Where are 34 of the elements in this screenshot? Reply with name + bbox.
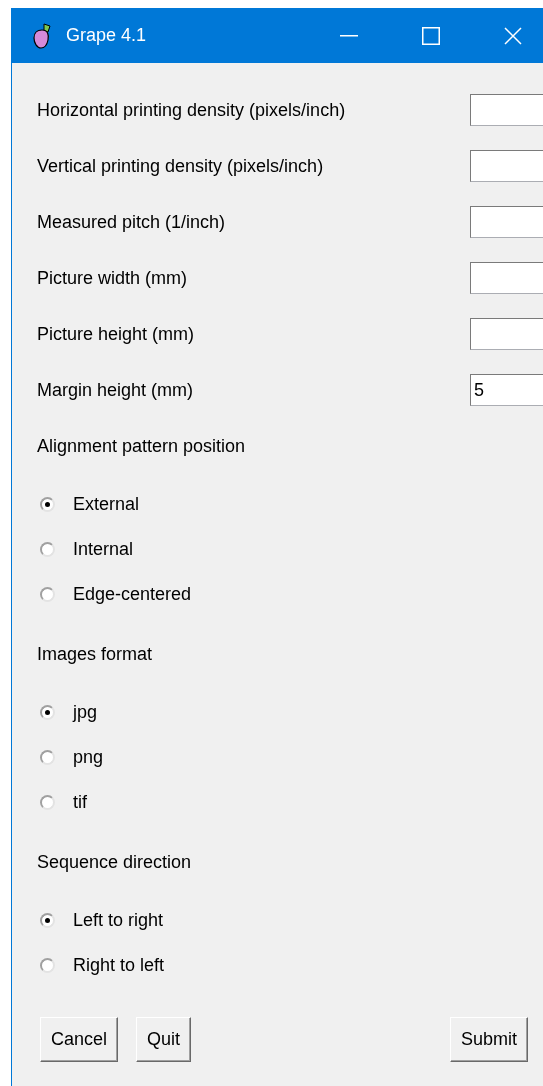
radio-button[interactable] xyxy=(40,913,55,928)
grape-icon xyxy=(33,22,51,49)
field-label: Picture height (mm) xyxy=(37,323,195,345)
maximize-icon xyxy=(422,26,440,45)
radio-label[interactable]: Left to right xyxy=(73,910,164,931)
field-label: Measured pitch (1/inch) xyxy=(37,211,226,233)
close-icon xyxy=(504,26,522,45)
input-field[interactable]: 5 xyxy=(470,374,543,406)
window-title: Grape 4.1 xyxy=(66,25,147,46)
dialog-button[interactable]: Cancel xyxy=(40,1017,119,1062)
field-label: Vertical printing density (pixels/inch) xyxy=(37,155,324,177)
group-title: Sequence direction xyxy=(37,851,192,873)
group-title: Images format xyxy=(37,643,153,665)
radio-label[interactable]: External xyxy=(73,494,140,515)
radio-button[interactable] xyxy=(40,958,55,973)
field-label: Horizontal printing density (pixels/inch) xyxy=(37,99,346,121)
radio-button[interactable] xyxy=(40,587,55,602)
radio-button[interactable] xyxy=(40,497,55,512)
radio-button[interactable] xyxy=(40,705,55,720)
radio-button[interactable] xyxy=(40,795,55,810)
radio-label[interactable]: Internal xyxy=(73,539,134,560)
submit-button[interactable]: Submit xyxy=(449,1017,528,1062)
radio-label[interactable]: jpg xyxy=(73,702,98,723)
radio-label[interactable]: png xyxy=(73,747,104,768)
radio-button[interactable] xyxy=(40,542,55,557)
minimize-icon xyxy=(340,34,358,37)
field-label: Picture width (mm) xyxy=(37,267,188,289)
radio-button[interactable] xyxy=(40,750,55,765)
dialog-button[interactable]: Quit xyxy=(136,1017,192,1062)
radio-label[interactable]: Edge-centered xyxy=(73,584,192,605)
field-label: Margin height (mm) xyxy=(37,379,194,401)
radio-label[interactable]: tif xyxy=(73,792,87,813)
radio-label[interactable]: Right to left xyxy=(73,955,165,976)
group-title: Alignment pattern position xyxy=(37,435,246,457)
